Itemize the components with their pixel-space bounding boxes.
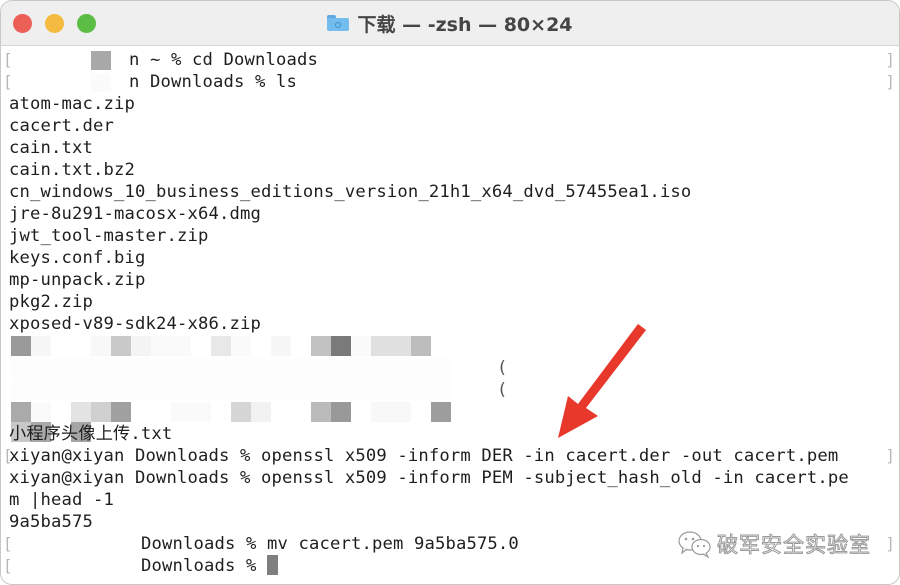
command-text: mv cacert.pem 9a5ba575.0 xyxy=(266,534,519,554)
line-mark-bracket: [ xyxy=(3,72,13,91)
line-mark-bracket: [ xyxy=(3,534,13,553)
line-mark-bracket: ] xyxy=(885,72,895,91)
output-line: cain.txt xyxy=(9,138,93,158)
output-line: pkg2.zip xyxy=(9,292,93,312)
window-title: 下载 — -zsh — 80×24 xyxy=(357,13,573,36)
watermark: 破军安全实验室 xyxy=(677,529,871,559)
redacted-line-fragment: ( xyxy=(497,358,508,378)
command-text: openssl x509 -inform DER -in cacert.der … xyxy=(260,446,839,466)
red-arrow-annotation xyxy=(558,324,646,438)
prompt-text: n ~ % xyxy=(129,50,182,70)
terminal-window: 下载 — -zsh — 80×24 [] n ~ % cd Downloads []… xyxy=(0,0,900,585)
prompt-text: n Downloads % xyxy=(129,72,266,92)
command-text: cd Downloads xyxy=(192,50,318,70)
prompt-text: Downloads % xyxy=(141,534,257,554)
line-mark-bracket: [ xyxy=(3,556,13,575)
output-line: cain.txt.bz2 xyxy=(9,160,135,180)
output-line: 9a5ba575 xyxy=(9,512,93,532)
arrow-shape xyxy=(558,324,646,438)
output-line: jwt_tool-master.zip xyxy=(9,226,209,246)
command-text: openssl x509 -inform PEM -subject_hash_o… xyxy=(260,468,849,488)
prompt-line: Downloads % xyxy=(141,555,278,577)
redacted-username xyxy=(91,51,111,70)
output-line: 小程序头像上传.txt xyxy=(9,424,173,444)
prompt-text: Downloads % xyxy=(141,556,257,576)
text-cursor xyxy=(266,555,278,575)
line-mark-bracket: ] xyxy=(885,50,895,69)
window-title-group: 下载 — -zsh — 80×24 xyxy=(1,1,899,45)
line-mark-bracket: [ xyxy=(3,50,13,69)
terminal-content[interactable]: [] n ~ % cd Downloads[] n Downloads % ls at… xyxy=(1,46,899,584)
prompt-line: Downloads % mv cacert.pem 9a5ba575.0 xyxy=(141,533,519,555)
output-line: atom-mac.zip xyxy=(9,94,135,114)
redacted-line-fragment: ( xyxy=(497,380,508,400)
output-line: mp-unpack.zip xyxy=(9,270,146,290)
watermark-text: 破军安全实验室 xyxy=(717,533,871,558)
output-line: m |head -1 xyxy=(9,490,114,510)
title-bar: 下载 — -zsh — 80×24 xyxy=(1,1,899,46)
folder-icon xyxy=(327,15,350,31)
redacted-username xyxy=(91,73,111,92)
prompt-text: xiyan@xiyan Downloads % xyxy=(9,446,251,466)
prompt-text: xiyan@xiyan Downloads % xyxy=(9,468,251,488)
output-line: keys.conf.big xyxy=(9,248,146,268)
wechat-icon xyxy=(678,531,711,558)
output-line: jre-8u291-macosx-x64.dmg xyxy=(9,204,261,224)
output-line: cn_windows_10_business_editions_version_… xyxy=(9,182,692,202)
prompt-line: xiyan@xiyan Downloads % openssl x509 -in… xyxy=(9,445,838,467)
prompt-line: n ~ % cd Downloads xyxy=(129,49,318,71)
output-line: cacert.der xyxy=(9,116,114,136)
line-mark-bracket: ] xyxy=(885,534,895,553)
line-mark-bracket: ] xyxy=(885,446,895,465)
command-text: ls xyxy=(275,72,297,92)
prompt-line: xiyan@xiyan Downloads % openssl x509 -in… xyxy=(9,467,849,489)
output-line: xposed-v89-sdk24-x86.zip xyxy=(9,314,261,334)
prompt-line: n Downloads % ls xyxy=(129,71,297,93)
